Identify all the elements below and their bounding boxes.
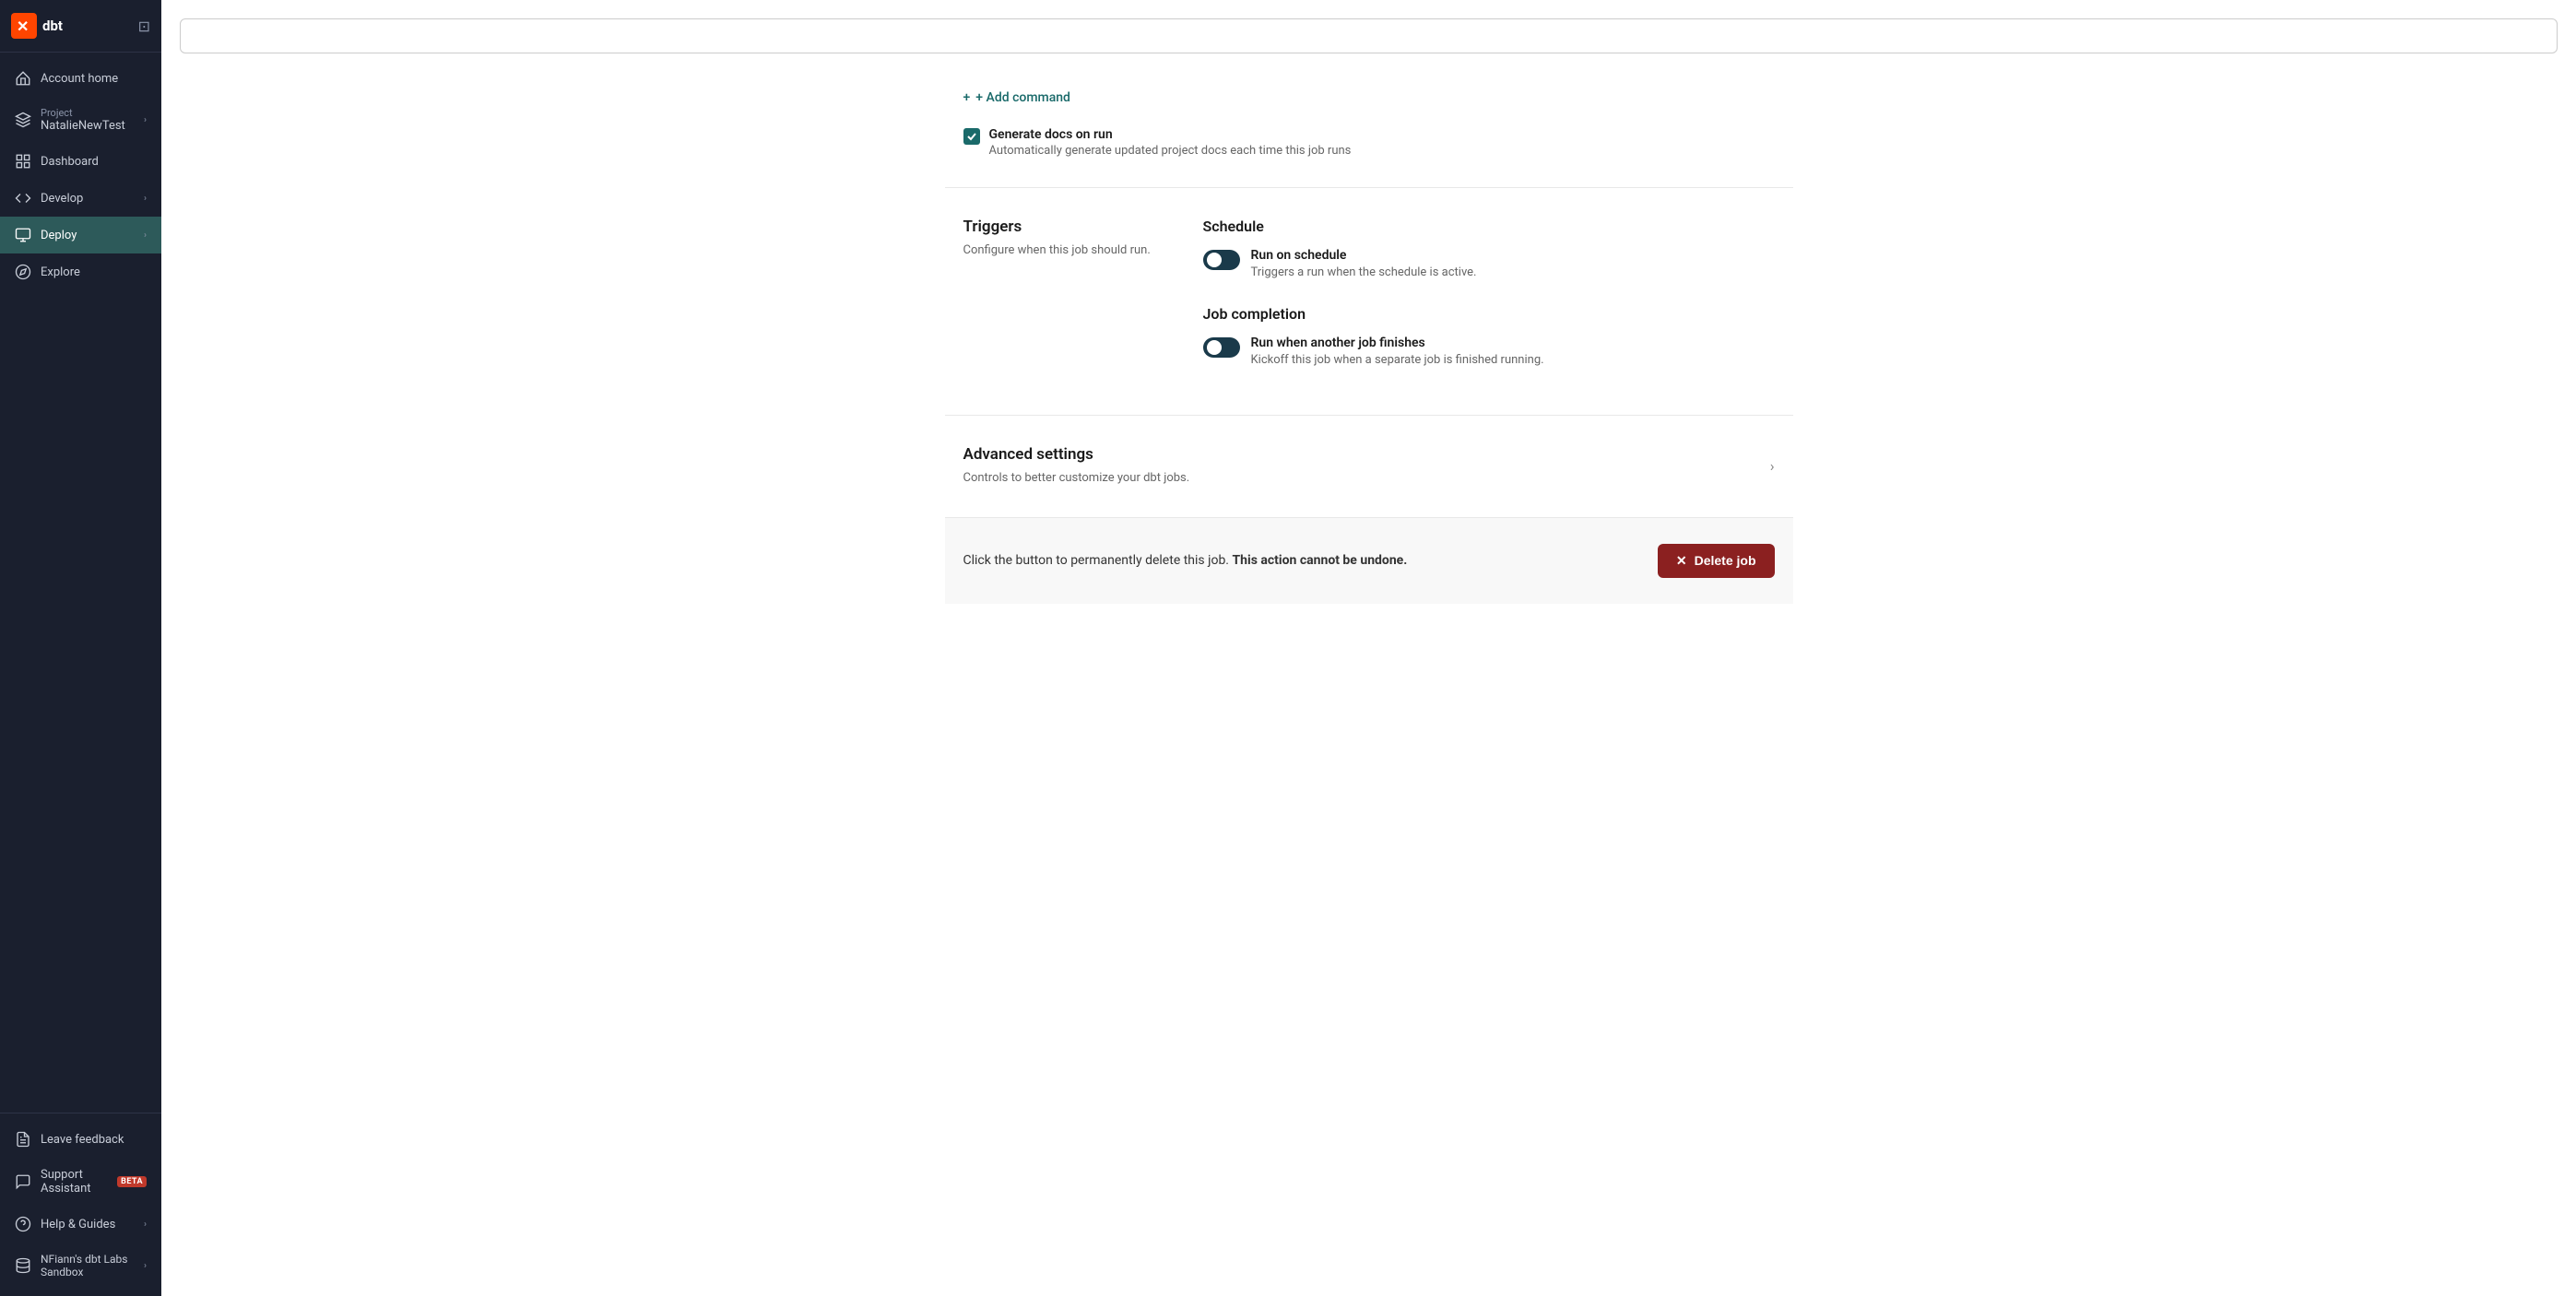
sidebar-item-help-guides[interactable]: Help & Guides ›	[0, 1206, 161, 1243]
plus-icon: +	[963, 90, 971, 105]
main-content: + + Add command Generate docs on run Aut…	[161, 0, 2576, 1296]
triggers-label-col: Triggers Configure when this job should …	[963, 218, 1166, 385]
sidebar-item-label: Deploy	[41, 229, 135, 242]
sidebar-item-label: NFiann's dbt Labs Sandbox	[41, 1253, 135, 1278]
run-on-schedule-desc: Triggers a run when the schedule is acti…	[1251, 265, 1477, 279]
help-circle-icon	[15, 1216, 31, 1232]
delete-job-label: Delete job	[1695, 553, 1756, 568]
job-completion-title: Job completion	[1203, 305, 1775, 323]
delete-section: Click the button to permanently delete t…	[945, 518, 1793, 604]
toggle-track	[1203, 250, 1240, 270]
sidebar-item-label: Support Assistant	[41, 1168, 104, 1196]
add-command-label: + Add command	[975, 90, 1070, 105]
project-sublabel: Project	[41, 107, 135, 119]
run-when-job-finishes-toggle[interactable]	[1203, 337, 1240, 358]
advanced-settings-text: Advanced settings Controls to better cus…	[963, 445, 1190, 488]
sidebar-nav: Account home Project NatalieNewTest › Da…	[0, 53, 161, 1113]
compass-icon	[15, 264, 31, 280]
sidebar-item-label: Leave feedback	[41, 1133, 147, 1147]
sidebar-item-dashboard[interactable]: Dashboard	[0, 143, 161, 180]
layers-icon	[15, 112, 31, 128]
advanced-settings-row[interactable]: Advanced settings Controls to better cus…	[963, 445, 1775, 488]
code-icon	[15, 190, 31, 206]
run-when-job-finishes-label: Run when another job finishes	[1251, 336, 1544, 350]
sidebar: ✕ dbt ⊡ Account home Project NatalieNewT…	[0, 0, 161, 1296]
delete-text: Click the button to permanently delete t…	[963, 553, 1408, 568]
triggers-description: Configure when this job should run.	[963, 242, 1166, 260]
sidebar-item-label: Account home	[41, 72, 147, 86]
toggle-track-2	[1203, 337, 1240, 358]
sidebar-item-support-assistant[interactable]: Support Assistant BETA	[0, 1158, 161, 1206]
command-input[interactable]	[180, 18, 2558, 53]
project-name: NatalieNewTest	[41, 119, 135, 133]
database-icon	[15, 1257, 31, 1274]
top-input-bar	[161, 0, 2576, 53]
deploy-icon	[15, 227, 31, 243]
generate-docs-description: Automatically generate updated project d…	[989, 144, 1352, 158]
delete-text-bold: This action cannot be undone.	[1232, 553, 1407, 568]
file-text-icon	[15, 1131, 31, 1148]
chevron-right-icon: ›	[144, 230, 147, 241]
message-icon	[15, 1173, 31, 1190]
triggers-section: Triggers Configure when this job should …	[945, 188, 1793, 416]
schedule-title: Schedule	[1203, 218, 1775, 235]
chevron-right-icon: ›	[144, 1261, 147, 1271]
home-icon	[15, 70, 31, 87]
delete-text-part1: Click the button to permanently delete t…	[963, 553, 1230, 568]
sidebar-item-leave-feedback[interactable]: Leave feedback	[0, 1121, 161, 1158]
generate-docs-row: Generate docs on run Automatically gener…	[963, 127, 1775, 158]
toggle-thumb	[1207, 253, 1222, 267]
sidebar-item-label: Dashboard	[41, 155, 147, 169]
run-on-schedule-row: Run on schedule Triggers a run when the …	[1203, 248, 1775, 279]
svg-text:✕: ✕	[17, 19, 29, 35]
sidebar-header: ✕ dbt ⊡	[0, 0, 161, 53]
run-on-schedule-text: Run on schedule Triggers a run when the …	[1251, 248, 1477, 279]
chevron-right-icon: ›	[1770, 457, 1775, 475]
sidebar-item-develop[interactable]: Develop ›	[0, 180, 161, 217]
advanced-settings-description: Controls to better customize your dbt jo…	[963, 469, 1190, 488]
advanced-settings-title: Advanced settings	[963, 445, 1190, 464]
chevron-right-icon: ›	[144, 1219, 147, 1230]
triggers-content: Schedule Run on schedule Triggers a run …	[1203, 218, 1775, 385]
generate-docs-checkbox[interactable]	[963, 128, 980, 145]
dbt-logo: ✕ dbt	[11, 13, 63, 39]
grid-icon	[15, 153, 31, 170]
content-area: + + Add command Generate docs on run Aut…	[927, 53, 1812, 604]
run-on-schedule-label: Run on schedule	[1251, 248, 1477, 263]
beta-badge: BETA	[117, 1176, 147, 1187]
sidebar-item-label: Help & Guides	[41, 1218, 135, 1231]
commands-section: + + Add command Generate docs on run Aut…	[945, 53, 1793, 188]
advanced-settings-section: Advanced settings Controls to better cus…	[945, 416, 1793, 518]
sidebar-item-label: Explore	[41, 265, 147, 279]
x-icon: ✕	[1676, 553, 1687, 569]
sidebar-item-nfiann-sandbox[interactable]: NFiann's dbt Labs Sandbox ›	[0, 1243, 161, 1289]
toggle-thumb-2	[1207, 340, 1222, 355]
delete-job-button[interactable]: ✕ Delete job	[1658, 544, 1775, 578]
sidebar-bottom: Leave feedback Support Assistant BETA He…	[0, 1113, 161, 1296]
run-when-job-finishes-row: Run when another job finishes Kickoff th…	[1203, 336, 1775, 367]
chevron-right-icon: ›	[144, 194, 147, 204]
sidebar-toggle-button[interactable]: ⊡	[138, 18, 150, 35]
sidebar-item-label: Develop	[41, 192, 135, 206]
sidebar-item-account-home[interactable]: Account home	[0, 60, 161, 97]
triggers-title: Triggers	[963, 218, 1166, 236]
generate-docs-label: Generate docs on run	[989, 127, 1352, 142]
dbt-logo-icon: ✕	[11, 13, 37, 39]
chevron-right-icon: ›	[144, 115, 147, 125]
run-when-job-finishes-text: Run when another job finishes Kickoff th…	[1251, 336, 1544, 367]
generate-docs-text: Generate docs on run Automatically gener…	[989, 127, 1352, 158]
run-on-schedule-toggle[interactable]	[1203, 250, 1240, 270]
sidebar-item-explore[interactable]: Explore	[0, 253, 161, 290]
run-when-job-finishes-desc: Kickoff this job when a separate job is …	[1251, 353, 1544, 367]
add-command-button[interactable]: + + Add command	[963, 83, 1775, 112]
triggers-inner: Triggers Configure when this job should …	[963, 218, 1775, 385]
sidebar-item-project[interactable]: Project NatalieNewTest ›	[0, 97, 161, 143]
sidebar-item-deploy[interactable]: Deploy ›	[0, 217, 161, 253]
dbt-wordmark: dbt	[42, 18, 63, 34]
